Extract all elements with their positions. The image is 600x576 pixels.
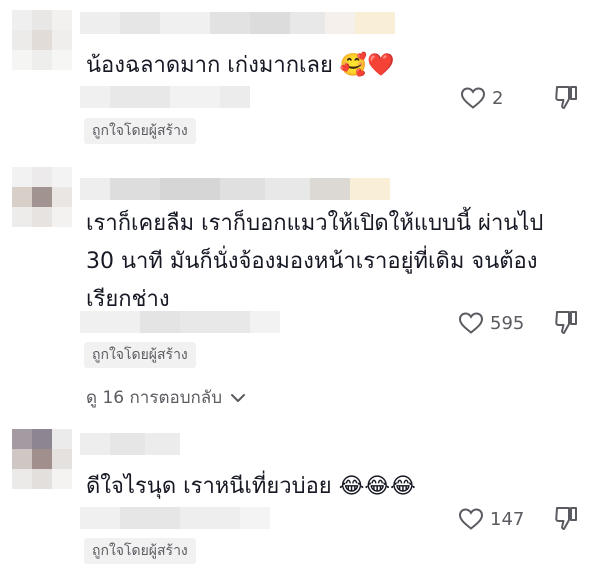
like-count: 595: [490, 312, 525, 334]
thumb-down-outline-icon[interactable]: [554, 506, 578, 532]
comment-text: น้องฉลาดมาก เก่งมากเลย 🥰❤️: [86, 53, 395, 78]
chevron-down-icon: [231, 393, 245, 402]
like-button[interactable]: 595: [458, 311, 524, 335]
view-replies-label: ดู 16 การตอบกลับ: [86, 388, 222, 408]
liked-by-creator-badge: ถูกใจโดยผู้สร้าง: [84, 342, 196, 368]
emoji: 😂😂😂: [338, 474, 416, 499]
comment-item: น้องฉลาดมาก เก่งมากเลย 🥰❤️ 2 ถูกใจโดยผู้…: [0, 0, 600, 145]
comment-text: ดีใจไรนุด เราหนีเที่ยวบ่อย 😂😂😂: [86, 474, 416, 499]
heart-outline-icon: [458, 508, 484, 530]
heart-outline-icon: [458, 312, 484, 334]
username[interactable]: [80, 178, 390, 200]
liked-by-creator-badge: ถูกใจโดยผู้สร้าง: [84, 538, 196, 564]
emoji: 🥰❤️: [339, 53, 395, 78]
username[interactable]: [80, 433, 180, 455]
like-count: 147: [490, 508, 525, 530]
comment-item: ดีใจไรนุด เราหนีเที่ยวบ่อย 😂😂😂 147 ถูกใจ…: [0, 415, 600, 576]
thumb-down-outline-icon[interactable]: [554, 310, 578, 336]
like-button[interactable]: 2: [460, 86, 503, 110]
comment-meta: [80, 86, 250, 108]
view-replies-button[interactable]: ดู 16 การตอบกลับ: [86, 384, 246, 411]
like-count: 2: [492, 87, 504, 109]
comment-meta: [80, 311, 280, 333]
avatar[interactable]: [12, 167, 72, 227]
avatar[interactable]: [12, 10, 72, 70]
avatar[interactable]: [12, 429, 72, 489]
like-button[interactable]: 147: [458, 507, 524, 531]
username[interactable]: [80, 12, 395, 34]
comment-item: เราก็เคยลืม เราก็บอกแมวให้เปิดให้แบบนี้ …: [0, 145, 600, 415]
liked-by-creator-badge: ถูกใจโดยผู้สร้าง: [84, 118, 196, 144]
heart-outline-icon: [460, 87, 486, 109]
thumb-down-outline-icon[interactable]: [554, 85, 578, 111]
comment-text: เราก็เคยลืม เราก็บอกแมวให้เปิดให้แบบนี้ …: [86, 211, 544, 312]
comment-meta: [80, 507, 270, 529]
